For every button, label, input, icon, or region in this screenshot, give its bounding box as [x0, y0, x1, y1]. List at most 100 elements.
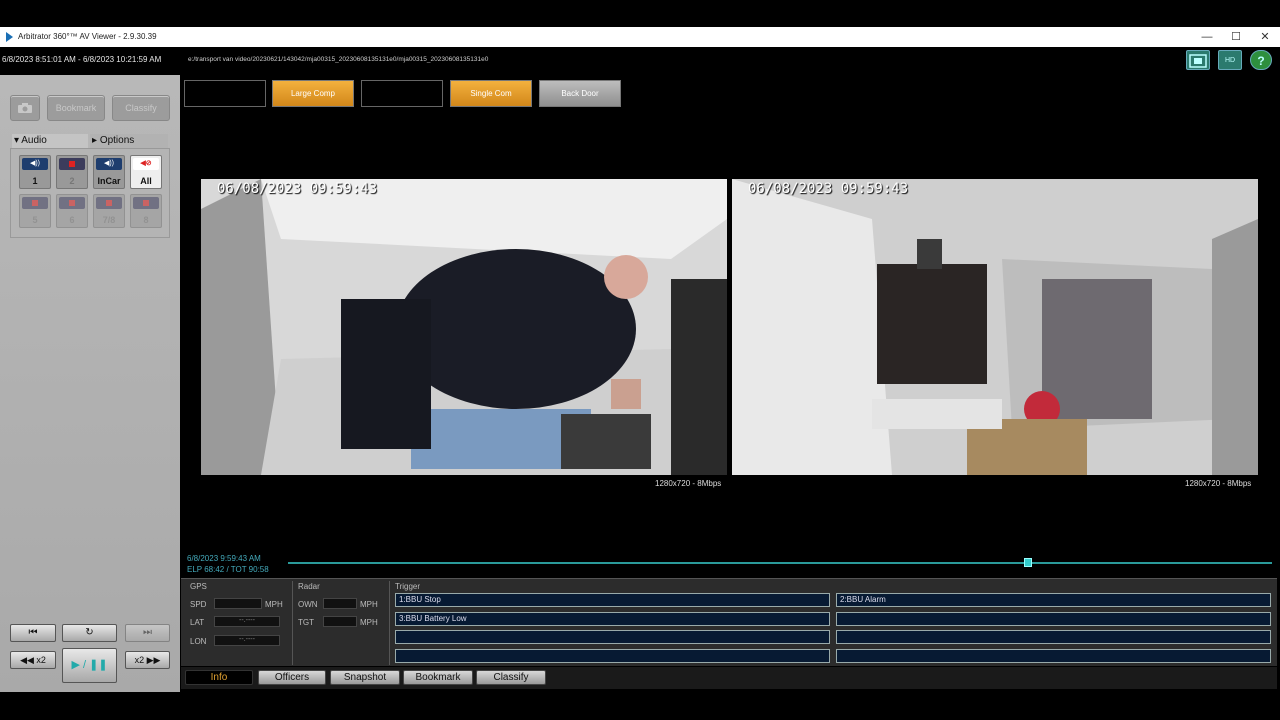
trigger-slot-1: 1:BBU Stop [395, 593, 830, 607]
speaker-icon: ◀)) [96, 158, 122, 170]
lon-label: LON [190, 637, 207, 646]
trigger-heading: Trigger [395, 582, 421, 591]
tab-bookmark[interactable]: Bookmark [403, 670, 473, 685]
video-view-2[interactable]: 06/08/2023 09:59:43 [732, 179, 1258, 475]
channel-label: 1 [32, 176, 38, 186]
rewind-x2-button[interactable]: ◀◀ x2 [10, 651, 56, 669]
audio-channel-7[interactable]: 7/8 [93, 194, 125, 228]
trigger-slot-2: 2:BBU Alarm [836, 593, 1271, 607]
camera-icon [17, 103, 33, 116]
speaker-muted-icon [59, 158, 85, 170]
window-title: Arbitrator 360°™ AV Viewer - 2.9.30.39 [18, 32, 157, 41]
skip-to-start-button[interactable]: ⏮ [10, 624, 56, 642]
close-button[interactable]: ✕ [1254, 29, 1276, 45]
video-frame-2 [732, 179, 1258, 475]
film-icon[interactable] [1186, 50, 1210, 70]
audio-channel-incar[interactable]: ◀)) InCar [93, 155, 125, 189]
tab-officers[interactable]: Officers [258, 670, 326, 685]
app-logo-icon [6, 32, 13, 42]
hd-label: HD [1224, 57, 1236, 64]
video-timestamp: 06/08/2023 09:59:43 [217, 181, 378, 197]
spd-label: SPD [190, 600, 207, 609]
lat-field: --.---- [214, 616, 280, 627]
timeline-current-time: 6/8/2023 9:59:43 AM [187, 554, 261, 563]
trigger-slot-8 [836, 649, 1271, 663]
divider [292, 581, 293, 665]
audio-channel-all[interactable]: ◀⊘ All [130, 155, 162, 189]
video-view-1[interactable]: 06/08/2023 09:59:43 [201, 179, 727, 475]
left-control-panel: Bookmark Classify ▾ Audio ▸ Options ◀)) 1… [0, 75, 180, 692]
mute-all-icon: ◀⊘ [133, 158, 159, 170]
radar-heading: Radar [298, 582, 320, 591]
speaker-muted-icon [22, 197, 48, 209]
help-label: ? [1257, 54, 1265, 68]
own-unit: MPH [360, 600, 378, 609]
timeline-scrubber-handle[interactable] [1024, 558, 1032, 567]
lon-field: --.---- [214, 635, 280, 646]
channel-label: 6 [69, 215, 75, 225]
channel-label: All [140, 176, 152, 186]
forward-x2-button[interactable]: x2 ▶▶ [125, 651, 170, 669]
loop-button[interactable]: ↻ [62, 624, 117, 642]
audio-label: Audio [21, 135, 47, 146]
speaker-icon: ◀)) [22, 158, 48, 170]
tgt-field [323, 616, 357, 627]
camera-button-3[interactable] [361, 80, 443, 107]
tab-info[interactable]: Info [185, 670, 253, 685]
speaker-muted-icon [59, 197, 85, 209]
audio-channel-1[interactable]: ◀)) 1 [19, 155, 51, 189]
help-icon[interactable]: ? [1250, 50, 1272, 70]
tab-snapshot[interactable]: Snapshot [330, 670, 400, 685]
channel-label: 7/8 [102, 215, 116, 225]
hd-icon[interactable]: HD [1218, 50, 1242, 70]
info-panel: GPS SPD MPH LAT --.---- LON --.---- Rada… [181, 578, 1277, 666]
video-resolution: 1280x720 - 8Mbps [655, 479, 722, 488]
video-timestamp: 06/08/2023 09:59:43 [748, 181, 909, 197]
audio-channel-6[interactable]: 6 [56, 194, 88, 228]
skip-to-end-button[interactable]: ⏭ [125, 624, 170, 642]
timeline-elapsed: ELP 68:42 / TOT 90:58 [187, 565, 269, 574]
lat-label: LAT [190, 618, 205, 627]
channel-label: 8 [143, 215, 149, 225]
gps-heading: GPS [190, 582, 207, 591]
audio-channel-8[interactable]: 8 [130, 194, 162, 228]
tgt-label: TGT [298, 618, 314, 627]
file-path: e:/transport van video/20230621/143042/m… [188, 56, 489, 63]
speaker-muted-icon [96, 197, 122, 209]
speaker-muted-icon [133, 197, 159, 209]
tab-classify[interactable]: Classify [476, 670, 546, 685]
divider [389, 581, 390, 665]
trigger-slot-7 [395, 649, 830, 663]
channel-label: 5 [32, 215, 38, 225]
audio-tab[interactable]: ▾ Audio [12, 134, 88, 148]
spd-field [214, 598, 262, 609]
own-label: OWN [298, 600, 318, 609]
audio-channel-2[interactable]: 2 [56, 155, 88, 189]
channel-label: 2 [69, 176, 75, 186]
classify-button[interactable]: Classify [112, 95, 170, 121]
camera-button-large-comp[interactable]: Large Comp [272, 80, 354, 107]
video-frame-1 [201, 179, 727, 475]
timeline-track[interactable] [288, 562, 1272, 564]
camera-button-1[interactable] [184, 80, 266, 107]
trigger-slot-5 [395, 630, 830, 644]
camera-button-single-com[interactable]: Single Com [450, 80, 532, 107]
snapshot-button[interactable] [10, 95, 40, 121]
own-field [323, 598, 357, 609]
camera-button-back-door[interactable]: Back Door [539, 80, 621, 107]
tgt-unit: MPH [360, 618, 378, 627]
options-tab[interactable]: ▸ Options [90, 134, 168, 148]
title-bar: Arbitrator 360°™ AV Viewer - 2.9.30.39 —… [0, 27, 1280, 47]
spd-unit: MPH [265, 600, 283, 609]
trigger-slot-6 [836, 630, 1271, 644]
trigger-slot-4 [836, 612, 1271, 626]
options-label: Options [99, 135, 135, 146]
play-pause-button[interactable]: ▶ / ❚❚ [62, 648, 117, 683]
maximize-button[interactable]: ☐ [1225, 29, 1247, 45]
date-range: 6/8/2023 8:51:01 AM - 6/8/2023 10:21:59 … [2, 55, 162, 64]
bookmark-button[interactable]: Bookmark [47, 95, 105, 121]
minimize-button[interactable]: — [1196, 29, 1218, 45]
trigger-slot-3: 3:BBU Battery Low [395, 612, 830, 626]
video-resolution: 1280x720 - 8Mbps [1185, 479, 1252, 488]
audio-channel-5[interactable]: 5 [19, 194, 51, 228]
